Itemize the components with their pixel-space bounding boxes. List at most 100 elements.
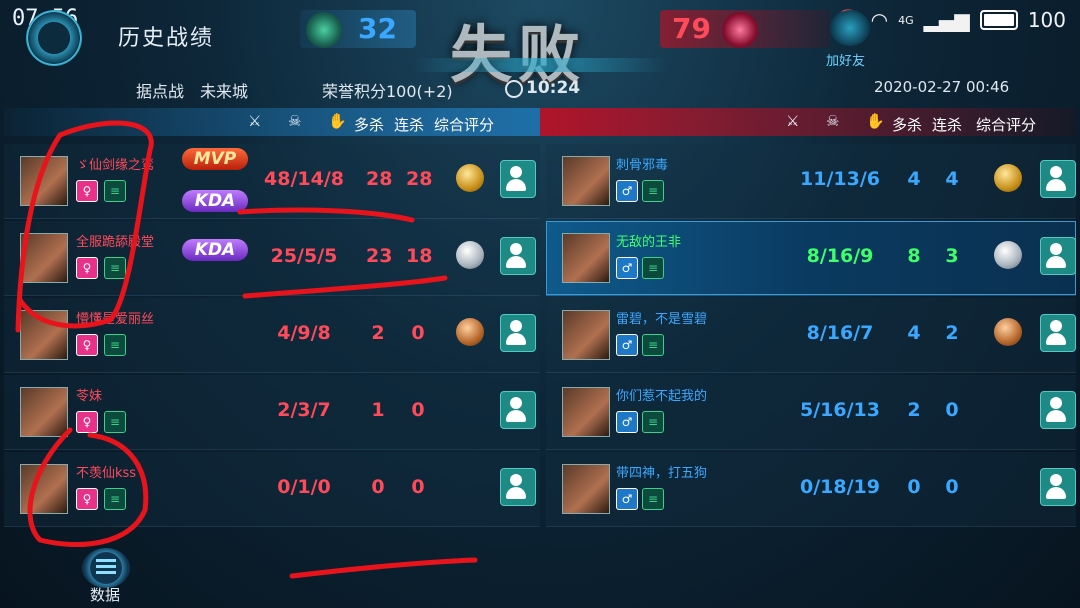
rank-icon: ≡ [104, 488, 126, 510]
rank-icon: ≡ [642, 334, 664, 356]
stat-kda: 8/16/7 [806, 322, 874, 344]
add-friend-button[interactable] [1040, 391, 1076, 429]
player-row[interactable]: 懵懂是爱丽丝 ♀ ≡ 4/9/8 2 0 [4, 298, 540, 373]
bronze-medal-icon [994, 318, 1022, 346]
hero-avatar[interactable] [562, 310, 610, 360]
player-row[interactable]: 刺骨邪毒 ♂ ≡ 11/13/6 4 4 [546, 144, 1076, 219]
bronze-medal-icon [456, 318, 484, 346]
stat-streak: 18 [406, 245, 433, 267]
player-row[interactable]: 带四神，打五狗 ♂ ≡ 0/18/19 0 0 [546, 452, 1076, 527]
stat-multikill: 4 [907, 168, 921, 190]
underline-bottom [289, 557, 478, 579]
stat-kda: 48/14/8 [264, 168, 344, 190]
rank-icon: ≡ [104, 257, 126, 279]
blue-score: 32 [358, 12, 397, 45]
add-friend-button[interactable] [500, 160, 536, 198]
stat-kda: 25/5/5 [270, 245, 338, 267]
silver-medal-icon [456, 241, 484, 269]
male-icon: ♂ [616, 180, 638, 202]
signal-icon: ▂▄▆ [923, 8, 970, 32]
stat-streak: 0 [411, 399, 425, 421]
hand-icon: ✋ [328, 112, 347, 130]
data-button[interactable] [82, 548, 130, 588]
hero-avatar[interactable] [562, 464, 610, 514]
stat-kda: 11/13/6 [800, 168, 880, 190]
rank-icon: ≡ [642, 488, 664, 510]
blue-team-emblem-icon [306, 12, 342, 48]
add-friend-icon [830, 10, 870, 46]
stat-streak: 0 [411, 476, 425, 498]
male-icon: ♂ [616, 488, 638, 510]
add-friend-button[interactable] [1040, 314, 1076, 352]
stat-multikill: 2 [371, 322, 385, 344]
player-row[interactable]: 不羡仙kss ♀ ≡ 0/1/0 0 0 [4, 452, 540, 527]
player-row[interactable]: 无敌的王非 ♂ ≡ 8/16/9 8 3 [546, 221, 1076, 296]
clock-icon [505, 80, 523, 98]
player-row[interactable]: 全服跪舔殿堂 ♀ ≡ KDA 25/5/5 23 18 [4, 221, 540, 296]
rank-icon: ≡ [104, 334, 126, 356]
stat-multikill: 28 [366, 168, 393, 190]
stat-kda: 4/9/8 [277, 322, 331, 344]
stat-kda: 0/18/19 [800, 476, 880, 498]
col-rating: 综合评分 [434, 116, 495, 134]
data-label: 数据 [90, 586, 121, 604]
add-friend-button[interactable] [1040, 468, 1076, 506]
stat-multikill: 0 [907, 476, 921, 498]
add-friend-button[interactable] [500, 314, 536, 352]
hero-avatar[interactable] [562, 233, 610, 283]
player-row[interactable]: 苓妹 ♀ ≡ 2/3/7 1 0 [4, 375, 540, 450]
red-team-emblem-icon [722, 12, 758, 48]
add-friend-button[interactable] [1040, 160, 1076, 198]
male-icon: ♂ [616, 334, 638, 356]
gold-medal-icon [994, 164, 1022, 192]
rank-icon: ≡ [642, 411, 664, 433]
stat-streak: 0 [945, 476, 959, 498]
red-score: 79 [672, 12, 711, 45]
player-name: 懵懂是爱丽丝 [76, 312, 155, 327]
male-icon: ♂ [616, 411, 638, 433]
female-icon: ♀ [76, 411, 98, 433]
player-name: 带四神，打五狗 [616, 466, 708, 481]
player-row[interactable]: ゞ仙剑缘之鸾 ♀ ≡ MVP KDA 48/14/8 28 28 [4, 144, 540, 219]
stat-kda: 0/1/0 [277, 476, 331, 498]
col-multikill: 多杀 [354, 116, 385, 134]
player-name: 不羡仙kss [76, 466, 137, 481]
col-rating: 综合评分 [976, 116, 1037, 134]
battery-icon [979, 10, 1018, 30]
add-friend-button[interactable] [500, 468, 536, 506]
page-title: 历史战绩 [118, 26, 215, 51]
mvp-badge: MVP [182, 148, 248, 170]
hero-avatar[interactable] [20, 387, 68, 437]
hero-avatar[interactable] [20, 464, 68, 514]
add-friend-button[interactable] [1040, 237, 1076, 275]
stat-streak: 0 [411, 322, 425, 344]
hero-avatar[interactable] [20, 233, 68, 283]
back-button[interactable] [26, 10, 82, 66]
female-icon: ♀ [76, 488, 98, 510]
hero-avatar[interactable] [562, 156, 610, 206]
add-friend-button[interactable] [500, 237, 536, 275]
stat-multikill: 23 [366, 245, 393, 267]
add-friend-button[interactable] [500, 391, 536, 429]
kda-badge: KDA [182, 239, 248, 261]
female-icon: ♀ [76, 257, 98, 279]
skull-icon: ☠ [826, 112, 840, 130]
battery-level: 100 [1027, 8, 1066, 32]
col-streak: 连杀 [932, 116, 963, 134]
player-row[interactable]: 雷碧，不是雪碧 ♂ ≡ 8/16/7 4 2 [546, 298, 1076, 373]
rank-icon: ≡ [104, 180, 126, 202]
skull-icon: ☠ [288, 112, 302, 130]
game-mode: 据点战 [136, 82, 185, 101]
rank-icon: ≡ [642, 257, 664, 279]
rank-icon: ≡ [642, 180, 664, 202]
player-name: 雷碧，不是雪碧 [616, 312, 708, 327]
player-name: 刺骨邪毒 [616, 158, 669, 173]
hero-avatar[interactable] [20, 310, 68, 360]
female-icon: ♀ [76, 334, 98, 356]
hero-avatar[interactable] [562, 387, 610, 437]
stat-kda: 2/3/7 [277, 399, 331, 421]
player-row[interactable]: 你们惹不起我的 ♂ ≡ 5/16/13 2 0 [546, 375, 1076, 450]
stat-streak: 28 [406, 168, 433, 190]
add-friend-button[interactable] [824, 10, 878, 50]
hero-avatar[interactable] [20, 156, 68, 206]
